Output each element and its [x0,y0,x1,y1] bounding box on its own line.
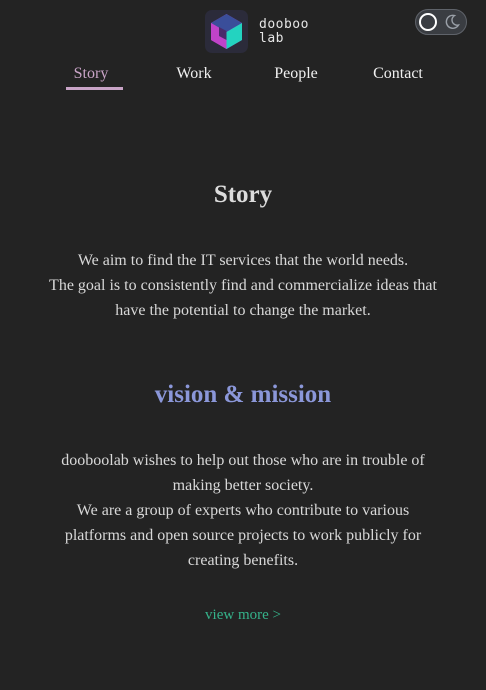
vision-line: creating benefits. [187,552,299,569]
sun-circle-icon [419,13,437,31]
story-paragraph: We aim to find the IT services that the … [0,248,486,323]
vision-line: making better society. [172,477,314,494]
story-line: We aim to find the IT services that the … [77,252,409,269]
vision-line: dooboolab wishes to help out those who a… [61,452,425,469]
vision-line: platforms and open source projects to wo… [64,527,422,544]
view-more-link[interactable]: view more > [0,607,486,624]
nav-story[interactable]: Story [56,65,126,90]
brand-name: dooboo lab [259,16,309,46]
nav-work[interactable]: Work [159,65,229,83]
story-line: The goal is to consistently find and com… [49,277,437,294]
moon-icon [445,14,460,29]
logo-cube-icon [205,10,248,53]
brand-name-line2: lab [259,30,284,46]
brand-logo[interactable]: dooboo lab [205,10,309,53]
nav-people[interactable]: People [261,65,331,83]
brand-name-line1: dooboo [259,16,309,32]
vision-paragraph: dooboolab wishes to help out those who a… [0,448,486,573]
story-line: have the potential to change the market. [115,302,371,319]
nav-contact[interactable]: Contact [363,65,433,83]
main-nav: Story Work People Contact [0,58,486,92]
header: dooboo lab [0,0,486,60]
story-title: Story [213,181,273,208]
vision-line: We are a group of experts who contribute… [76,502,410,519]
theme-toggle[interactable] [415,9,467,35]
vision-title: vision & mission [154,381,332,408]
